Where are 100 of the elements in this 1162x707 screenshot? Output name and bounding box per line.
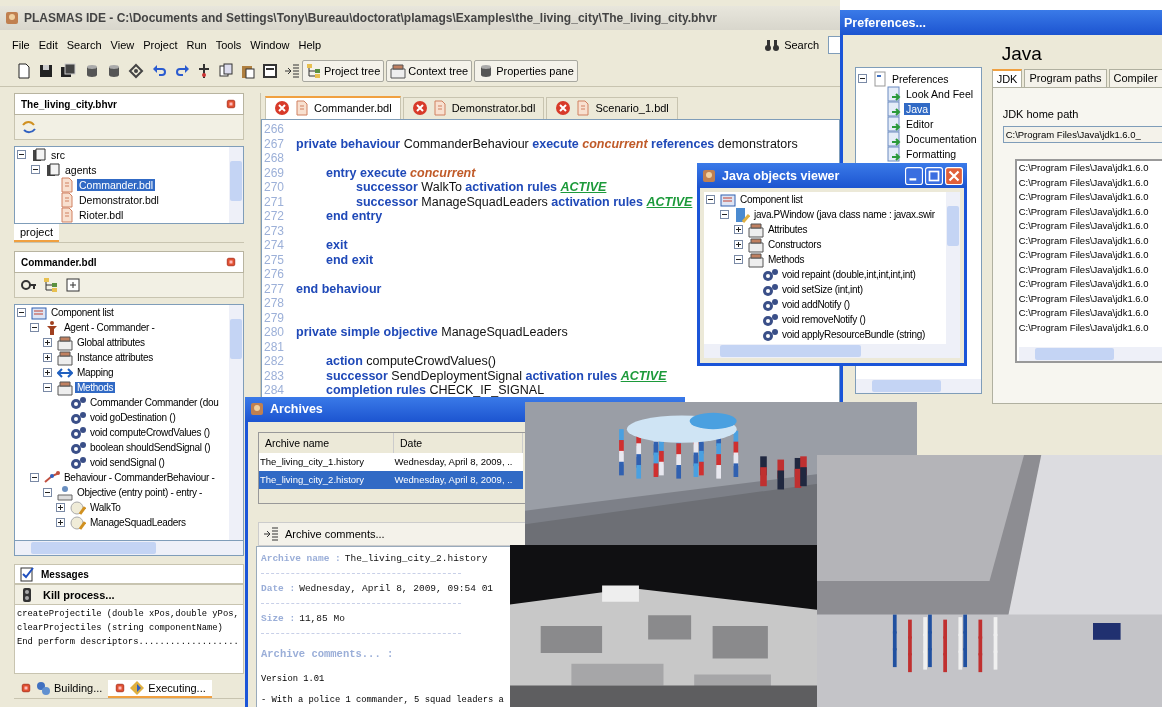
cylinder-icon[interactable] [84, 63, 100, 79]
minimize-icon[interactable] [905, 166, 923, 185]
tree-item[interactable]: Look And Feel [904, 87, 976, 100]
tree-item[interactable]: agents [63, 163, 99, 176]
list-item[interactable]: C:\Program Files\Java\jdk1.6.0 [1018, 175, 1162, 190]
panel-tab[interactable]: Building... [14, 680, 109, 698]
expand-toggle[interactable] [734, 225, 743, 234]
tree-item[interactable]: Commander.bdl [77, 178, 156, 191]
save-all-icon[interactable] [60, 63, 76, 79]
expand-toggle[interactable] [43, 488, 52, 497]
expand-toggle[interactable] [43, 383, 52, 392]
stop-icon[interactable] [274, 100, 290, 116]
tree-item[interactable]: boolean shouldSendSignal () [88, 442, 213, 453]
toolbar-button[interactable]: Project tree [302, 60, 385, 82]
tree-item[interactable]: Component list [49, 307, 116, 318]
list-item[interactable]: C:\Program Files\Java\jdk1.6.0 [1018, 204, 1162, 219]
tree-item[interactable]: src [49, 148, 67, 161]
toolbar-button[interactable]: Properties pane [474, 60, 578, 82]
menu-item[interactable]: Help [298, 39, 322, 51]
list-item[interactable]: C:\Program Files\Java\jdk1.6.0 [1018, 277, 1162, 292]
expand-toggle[interactable] [56, 503, 65, 512]
tree-item[interactable]: Objective (entry point) - entry - [75, 487, 205, 498]
tree-item[interactable]: void computeCrowdValues () [88, 427, 212, 438]
expand-toggle[interactable] [858, 74, 867, 83]
list-item[interactable]: C:\Program Files\Java\jdk1.6.0 [1018, 320, 1162, 335]
expand-toggle[interactable] [31, 165, 40, 174]
menu-item[interactable]: Run [186, 39, 207, 51]
window-icon[interactable] [262, 63, 278, 79]
table-row[interactable]: The_living_city_2.history Wednesday, April 8, 2009, .. [259, 470, 523, 489]
tree-item[interactable]: Formatting [904, 147, 959, 160]
tree-item[interactable]: Component list [738, 194, 805, 205]
menu-item[interactable]: Edit [38, 39, 58, 51]
save-icon[interactable] [38, 63, 54, 79]
tree-item[interactable]: Rioter.bdl [77, 208, 126, 221]
expand-toggle[interactable] [43, 338, 52, 347]
expand-icon[interactable] [65, 277, 81, 293]
tree-item[interactable]: ManageSquadLeaders [88, 517, 188, 528]
expand-toggle[interactable] [43, 353, 52, 362]
menu-item[interactable]: File [12, 39, 30, 51]
menu-item[interactable]: Project [143, 39, 178, 51]
tree-item[interactable]: java.PWindow (java class name : javax.swir [752, 209, 937, 220]
expand-toggle[interactable] [30, 473, 39, 482]
tree-item[interactable]: Editor [904, 117, 936, 130]
redo-icon[interactable] [174, 63, 190, 79]
list-item[interactable]: C:\Program Files\Java\jdk1.6.0 [1018, 161, 1162, 176]
tree-item[interactable]: void addNotify () [780, 299, 852, 310]
tree-item[interactable]: Commander Commander (dou [88, 397, 221, 408]
scrollbar[interactable] [946, 192, 960, 344]
key-icon[interactable] [21, 277, 37, 293]
indent-icon[interactable] [284, 63, 300, 79]
menu-item[interactable]: Tools [215, 39, 242, 51]
expand-toggle[interactable] [706, 195, 715, 204]
copy-icon[interactable] [218, 63, 234, 79]
sync-icon[interactable] [21, 119, 37, 135]
tree-item[interactable]: Global attributes [75, 337, 147, 348]
tree-item[interactable]: Methods [75, 382, 116, 393]
expand-toggle[interactable] [734, 255, 743, 264]
panel-tab[interactable]: project [14, 224, 60, 242]
tree-item[interactable]: Demonstrator.bdl [77, 193, 161, 206]
tree-item[interactable]: void sendSignal () [88, 457, 167, 468]
tab[interactable]: JDK [991, 69, 1023, 87]
list-item[interactable]: C:\Program Files\Java\jdk1.6.0 [1018, 248, 1162, 263]
tree-item[interactable]: WalkTo [88, 502, 123, 513]
list-item[interactable]: C:\Program Files\Java\jdk1.6.0 [1018, 306, 1162, 321]
editor-tab[interactable]: Commander.bdl [265, 96, 401, 119]
stop-icon[interactable] [411, 100, 428, 116]
stop-icon[interactable] [555, 100, 572, 116]
close-icon[interactable] [225, 256, 237, 268]
expand-toggle[interactable] [734, 240, 743, 249]
maximize-icon[interactable] [925, 166, 943, 185]
table-row[interactable]: The_living_city_1.history Wednesday, April 8, 2009, .. [259, 452, 523, 471]
expand-toggle[interactable] [17, 308, 26, 317]
scrollbar[interactable] [856, 379, 981, 393]
tree-item[interactable]: void goDestination () [88, 412, 178, 423]
scrollbar[interactable] [1018, 347, 1162, 361]
scrollbar[interactable] [704, 344, 960, 358]
panel-tab[interactable]: Executing... [108, 680, 212, 698]
list-item[interactable]: C:\Program Files\Java\jdk1.6.0 [1018, 262, 1162, 277]
expand-toggle[interactable] [17, 150, 26, 159]
expand-toggle[interactable] [56, 518, 65, 527]
menu-item[interactable]: View [110, 39, 135, 51]
expand-toggle[interactable] [720, 210, 729, 219]
tree-item[interactable]: Methods [766, 254, 807, 265]
tree-item[interactable]: void removeNotify () [780, 314, 868, 325]
tree-item[interactable]: Documentation [904, 132, 979, 145]
editor-tab[interactable]: Scenario_1.bdl [546, 97, 678, 119]
close-icon[interactable] [225, 98, 237, 110]
tab[interactable]: Compiler [1108, 69, 1162, 87]
scrollbar[interactable] [14, 541, 244, 556]
cylinder-icon[interactable] [106, 63, 122, 79]
undo-icon[interactable] [152, 63, 168, 79]
list-item[interactable]: C:\Program Files\Java\jdk1.6.0 [1018, 233, 1162, 248]
scrollbar[interactable] [229, 305, 243, 540]
menu-item[interactable]: Window [250, 39, 290, 51]
tree-item[interactable]: Instance attributes [75, 352, 155, 363]
list-item[interactable]: C:\Program Files\Java\jdk1.6.0 [1018, 190, 1162, 205]
menu-item[interactable]: Search [66, 39, 102, 51]
hierarchy-icon[interactable] [43, 277, 59, 293]
expand-toggle[interactable] [30, 323, 39, 332]
tree-item[interactable]: Java [904, 102, 931, 115]
